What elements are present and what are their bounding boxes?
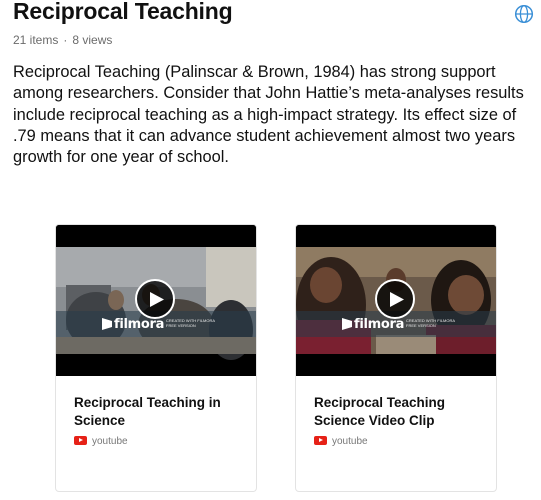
video-thumbnail[interactable]: filmora CREATED WITH FILMORA FREE VERSIO… bbox=[56, 225, 256, 376]
play-button[interactable] bbox=[135, 279, 175, 319]
watermark-subtitle: CREATED WITH FILMORA FREE VERSION bbox=[166, 318, 215, 328]
filmora-logo-icon bbox=[102, 318, 112, 330]
watermark-logo: filmora bbox=[114, 317, 165, 332]
video-source: youtube bbox=[74, 436, 128, 447]
views-count: 8 views bbox=[72, 33, 113, 47]
video-title[interactable]: Reciprocal Teaching in Science bbox=[74, 394, 244, 430]
video-thumbnail[interactable]: filmora CREATED WITH FILMORA FREE VERSIO… bbox=[296, 225, 496, 376]
youtube-icon bbox=[74, 436, 87, 445]
video-source: youtube bbox=[314, 436, 368, 447]
source-label: youtube bbox=[332, 436, 368, 447]
play-icon bbox=[390, 292, 404, 307]
meta-separator: · bbox=[63, 33, 68, 47]
collection-description: Reciprocal Teaching (Palinscar & Brown, … bbox=[13, 63, 524, 167]
source-label: youtube bbox=[92, 436, 128, 447]
video-card[interactable]: filmora CREATED WITH FILMORA FREE VERSIO… bbox=[295, 224, 497, 492]
filmora-logo-icon bbox=[342, 318, 352, 330]
items-count: 21 items bbox=[13, 33, 59, 47]
youtube-icon bbox=[314, 436, 327, 445]
play-icon bbox=[150, 292, 164, 307]
video-title[interactable]: Reciprocal Teaching Science Video Clip bbox=[314, 394, 484, 430]
collection-title: Reciprocal Teaching bbox=[13, 0, 233, 24]
globe-icon[interactable] bbox=[514, 4, 534, 24]
play-button[interactable] bbox=[375, 279, 415, 319]
video-card[interactable]: filmora CREATED WITH FILMORA FREE VERSIO… bbox=[55, 224, 257, 492]
collection-meta: 21 items · 8 views bbox=[13, 33, 112, 47]
watermark-subtitle: CREATED WITH FILMORA FREE VERSION bbox=[406, 318, 455, 328]
watermark-logo: filmora bbox=[354, 317, 405, 332]
